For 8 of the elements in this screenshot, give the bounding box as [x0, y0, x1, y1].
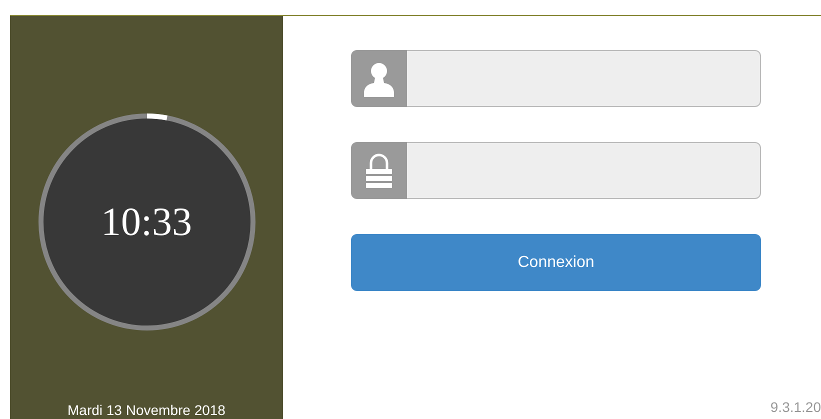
user-icon: [364, 60, 394, 96]
username-field[interactable]: [407, 50, 761, 107]
password-field[interactable]: [407, 142, 761, 199]
clock-time: 10:33: [100, 198, 192, 246]
lock-icon: [366, 152, 392, 188]
login-button[interactable]: Connexion: [351, 234, 761, 291]
date-text: Mardi 13 Novembre 2018: [68, 402, 226, 418]
version-text: 9.3.1.20: [770, 398, 821, 417]
